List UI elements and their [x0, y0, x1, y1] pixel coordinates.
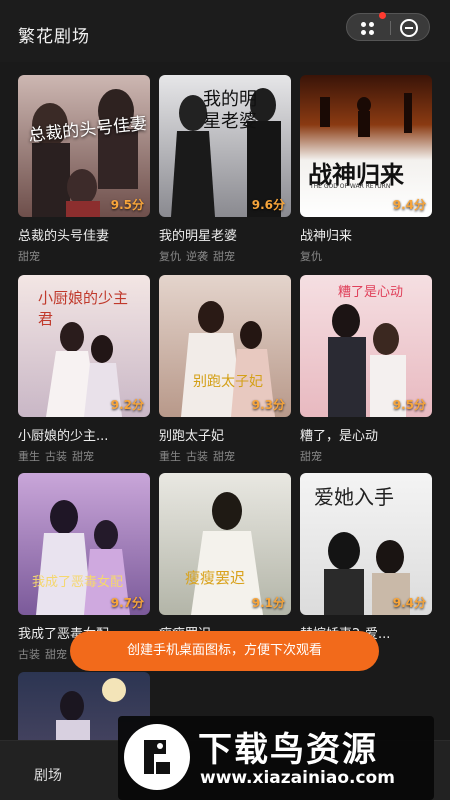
drama-title[interactable]: 总裁的头号佳妻	[18, 225, 150, 244]
drama-tags: 重生 古装 甜宠	[159, 448, 291, 464]
drama-score: 9.6分	[251, 198, 285, 212]
drama-score: 9.3分	[251, 398, 285, 412]
tag: 重生	[159, 450, 181, 463]
drama-card[interactable]: 别跑太子妃 9.3分 别跑太子妃 重生 古装 甜宠	[159, 275, 291, 464]
drama-tags: 复仇 逆袭 甜宠	[159, 248, 291, 264]
drama-cover[interactable]: 总裁的头号佳妻 9.5分	[18, 75, 150, 217]
cover-title: 小厨娘的少主君	[38, 289, 129, 328]
drama-score: 9.7分	[110, 596, 144, 610]
tag: 复仇	[300, 250, 322, 263]
mini-program-capsule	[346, 13, 430, 41]
tag: 甜宠	[300, 450, 322, 463]
tag: 古装	[45, 450, 67, 463]
drama-cover[interactable]: 战神归来 THE GOD OF WAR RETURN 9.4分	[300, 75, 432, 217]
drama-title[interactable]: 小厨娘的少主...	[18, 425, 150, 444]
drama-score: 9.4分	[392, 198, 426, 212]
drama-cover[interactable]: 糟了是心动 9.5分	[300, 275, 432, 417]
drama-score: 9.1分	[251, 596, 285, 610]
drama-cover[interactable]: 我的明星老婆 9.6分	[159, 75, 291, 217]
drama-cover[interactable]: 我成了恶毒女配 9.7分	[18, 473, 150, 615]
drama-cover[interactable]: 瘦瘦罢迟 9.1分	[159, 473, 291, 615]
drama-card[interactable]: 总裁的头号佳妻 9.5分 总裁的头号佳妻 甜宠	[18, 75, 150, 264]
drama-card[interactable]: 战神归来 THE GOD OF WAR RETURN 9.4分 战神归来 复仇	[300, 75, 432, 264]
tag: 甜宠	[213, 450, 235, 463]
tag: 逆袭	[186, 250, 208, 263]
drama-tags: 复仇	[300, 248, 432, 264]
tag: 古装	[186, 450, 208, 463]
cover-title: 糟了是心动	[338, 285, 404, 300]
drama-tags: 重生 古装 甜宠	[18, 448, 150, 464]
drama-card[interactable]: 糟了是心动 9.5分 糟了，是心动 甜宠	[300, 275, 432, 464]
cover-subtitle: THE GOD OF WAR RETURN	[310, 183, 391, 190]
drama-score: 9.5分	[110, 198, 144, 212]
drama-tags: 甜宠	[18, 248, 150, 264]
watermark: 下载鸟资源 www.xiazainiao.com	[118, 716, 434, 800]
tag: 甜宠	[18, 250, 40, 263]
drama-cover[interactable]: 别跑太子妃 9.3分	[159, 275, 291, 417]
close-circle-icon[interactable]	[400, 19, 418, 37]
watermark-name: 下载鸟资源	[198, 730, 378, 770]
cover-title: 瘦瘦罢迟	[185, 569, 246, 587]
drama-title[interactable]: 战神归来	[300, 225, 432, 244]
more-dots-icon[interactable]	[361, 21, 383, 35]
cover-title: 爱她入手	[314, 485, 394, 509]
capsule-divider	[390, 21, 391, 35]
header-bar: 繁花剧场	[0, 0, 450, 62]
tab-drama[interactable]: 剧场	[34, 765, 62, 785]
tag: 甜宠	[213, 250, 235, 263]
drama-score: 9.5分	[392, 398, 426, 412]
drama-card[interactable]: 我的明星老婆 9.6分 我的明星老婆 复仇 逆袭 甜宠	[159, 75, 291, 264]
tag: 古装	[18, 648, 40, 661]
add-to-desktop-toast[interactable]: 创建手机桌面图标，方便下次观看	[70, 631, 379, 671]
drama-score: 9.2分	[110, 398, 144, 412]
drama-tags: 甜宠	[300, 448, 432, 464]
tag: 重生	[18, 450, 40, 463]
tag: 甜宠	[45, 648, 67, 661]
tag: 甜宠	[72, 450, 94, 463]
drama-score: 9.4分	[392, 596, 426, 610]
watermark-url: www.xiazainiao.com	[200, 768, 395, 788]
tag: 复仇	[159, 250, 181, 263]
bird-logo-icon	[124, 724, 190, 790]
drama-title[interactable]: 我的明星老婆	[159, 225, 291, 244]
drama-cover[interactable]: 小厨娘的少主君 9.2分	[18, 275, 150, 417]
cover-title: 我的明星老婆	[203, 89, 257, 132]
drama-cover[interactable]: 爱她入手 9.4分	[300, 473, 432, 615]
notification-dot	[379, 12, 386, 19]
drama-title[interactable]: 糟了，是心动	[300, 425, 432, 444]
cover-title: 我成了恶毒女配	[32, 575, 124, 590]
drama-card[interactable]: 小厨娘的少主君 9.2分 小厨娘的少主... 重生 古装 甜宠	[18, 275, 150, 464]
app-title: 繁花剧场	[18, 27, 90, 47]
cover-title: 别跑太子妃	[193, 374, 263, 390]
drama-title[interactable]: 别跑太子妃	[159, 425, 291, 444]
